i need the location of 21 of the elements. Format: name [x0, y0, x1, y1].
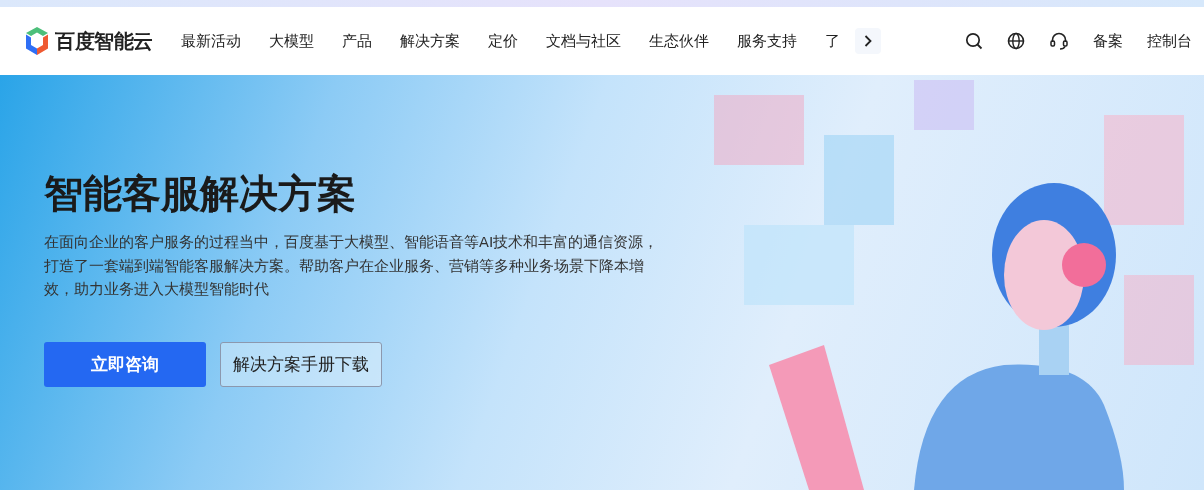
consult-button[interactable]: 立即咨询: [44, 341, 206, 387]
nav-link[interactable]: 最新活动: [180, 31, 241, 51]
hero-title: 智能客服解决方案: [44, 170, 357, 218]
nav-link[interactable]: 解决方案: [399, 31, 460, 51]
globe-icon[interactable]: [1006, 32, 1025, 50]
cube-logo-icon[interactable]: [24, 26, 50, 56]
nav-link[interactable]: 备案: [1092, 31, 1123, 51]
headset-icon[interactable]: [1048, 31, 1069, 51]
nav-link[interactable]: 产品: [341, 31, 372, 51]
nav-link[interactable]: 生态伙伴: [648, 31, 709, 51]
nav-link[interactable]: 服务支持: [736, 31, 797, 51]
nav-link[interactable]: 大模型: [268, 31, 314, 51]
scroll-right-button[interactable]: [854, 28, 881, 54]
search-icon[interactable]: [964, 32, 983, 50]
nav-link[interactable]: 文档与社区: [545, 31, 621, 51]
nav-link[interactable]: 定价: [487, 31, 518, 51]
download-button[interactable]: 解决方案手册下载: [220, 341, 382, 387]
hero-description: 在面向企业的客户服务的过程当中，百度基于大模型、智能语音等AI技术和丰富的通信资源，打造了一套端到端智能客服解决方案。帮助客户在企业服务、营销等多种业务场景下降本增效，助力业务进入大模型智能时代: [44, 233, 660, 299]
nav-link[interactable]: 控制台: [1146, 31, 1192, 51]
brand-name[interactable]: 百度智能云: [55, 27, 153, 55]
nav-link[interactable]: 了: [824, 31, 840, 51]
